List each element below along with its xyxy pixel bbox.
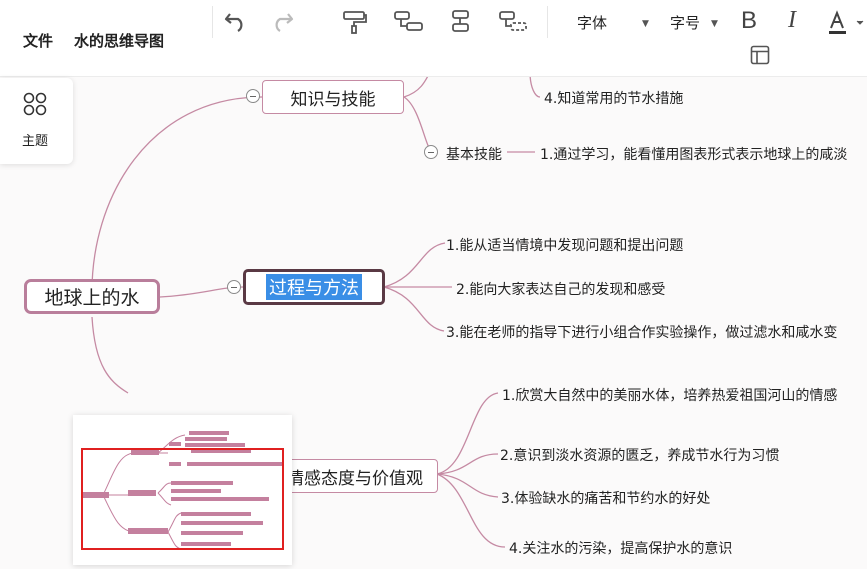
document-title[interactable]: 水的思维导图 [74,30,164,51]
minimap[interactable] [73,415,292,565]
attitude-item[interactable]: 4.关注水的污染，提高保护水的意识 [509,538,732,558]
font-color-icon[interactable] [828,10,866,36]
redo-icon[interactable] [270,10,294,32]
minimap-preview [81,431,284,550]
collapse-toggle[interactable] [227,280,241,294]
chevron-down-icon[interactable]: ▼ [642,19,649,29]
theme-grid-icon [23,92,47,116]
topic-attitude-values[interactable]: 情感态度与价值观 [272,459,438,493]
theme-panel[interactable]: 主题 [0,78,73,164]
process-item[interactable]: 3.能在老师的指导下进行小组合作实验操作，做过滤水和咸水变 [446,322,837,342]
theme-label: 主题 [22,134,49,149]
process-item[interactable]: 2.能向大家表达自己的发现和感受 [456,279,665,299]
toolbar-divider [212,6,213,38]
attitude-item[interactable]: 3.体验缺水的痛苦和节约水的好处 [501,488,710,508]
collapse-toggle[interactable] [424,145,438,159]
basic-skill-topic[interactable]: 基本技能 [446,144,502,164]
process-item[interactable]: 1.能从适当情境中发现问题和提出问题 [446,235,683,255]
italic-icon[interactable]: I [788,7,796,34]
format-painter-icon[interactable] [342,9,368,35]
selected-topic-text[interactable]: 过程与方法 [266,274,362,300]
file-menu[interactable]: 文件 [23,30,53,51]
undo-icon[interactable] [224,10,248,32]
topic-process-methods-selected[interactable]: 过程与方法 [243,269,385,305]
layout-icon[interactable] [750,45,770,65]
topic-knowledge-skills[interactable]: 知识与技能 [262,80,404,114]
root-topic[interactable]: 地球上的水 [24,279,160,314]
toolbar: 文件 水的思维导图 字体 ▼ 字号 ▼ B I [0,0,867,77]
chevron-down-icon[interactable]: ▼ [711,19,718,29]
sibling-topic-icon[interactable] [450,9,472,35]
basic-skill-item-1[interactable]: 1.通过学习，能看懂用图表形式表示地球上的咸淡 [540,144,847,164]
child-topic-icon[interactable] [393,9,425,35]
bold-icon[interactable]: B [741,7,757,35]
font-size-select[interactable]: 字号 [670,12,700,33]
free-topic-icon[interactable] [498,9,530,35]
attitude-item[interactable]: 1.欣赏大自然中的美丽水体，培养热爱祖国河山的情感 [502,385,837,405]
collapse-toggle[interactable] [246,89,260,103]
knowledge-item-4[interactable]: 4.知道常用的节水措施 [544,88,683,108]
attitude-item[interactable]: 2.意识到淡水资源的匮乏，养成节水行为习惯 [500,445,779,465]
toolbar-divider [547,6,548,38]
font-family-select[interactable]: 字体 [577,12,607,33]
